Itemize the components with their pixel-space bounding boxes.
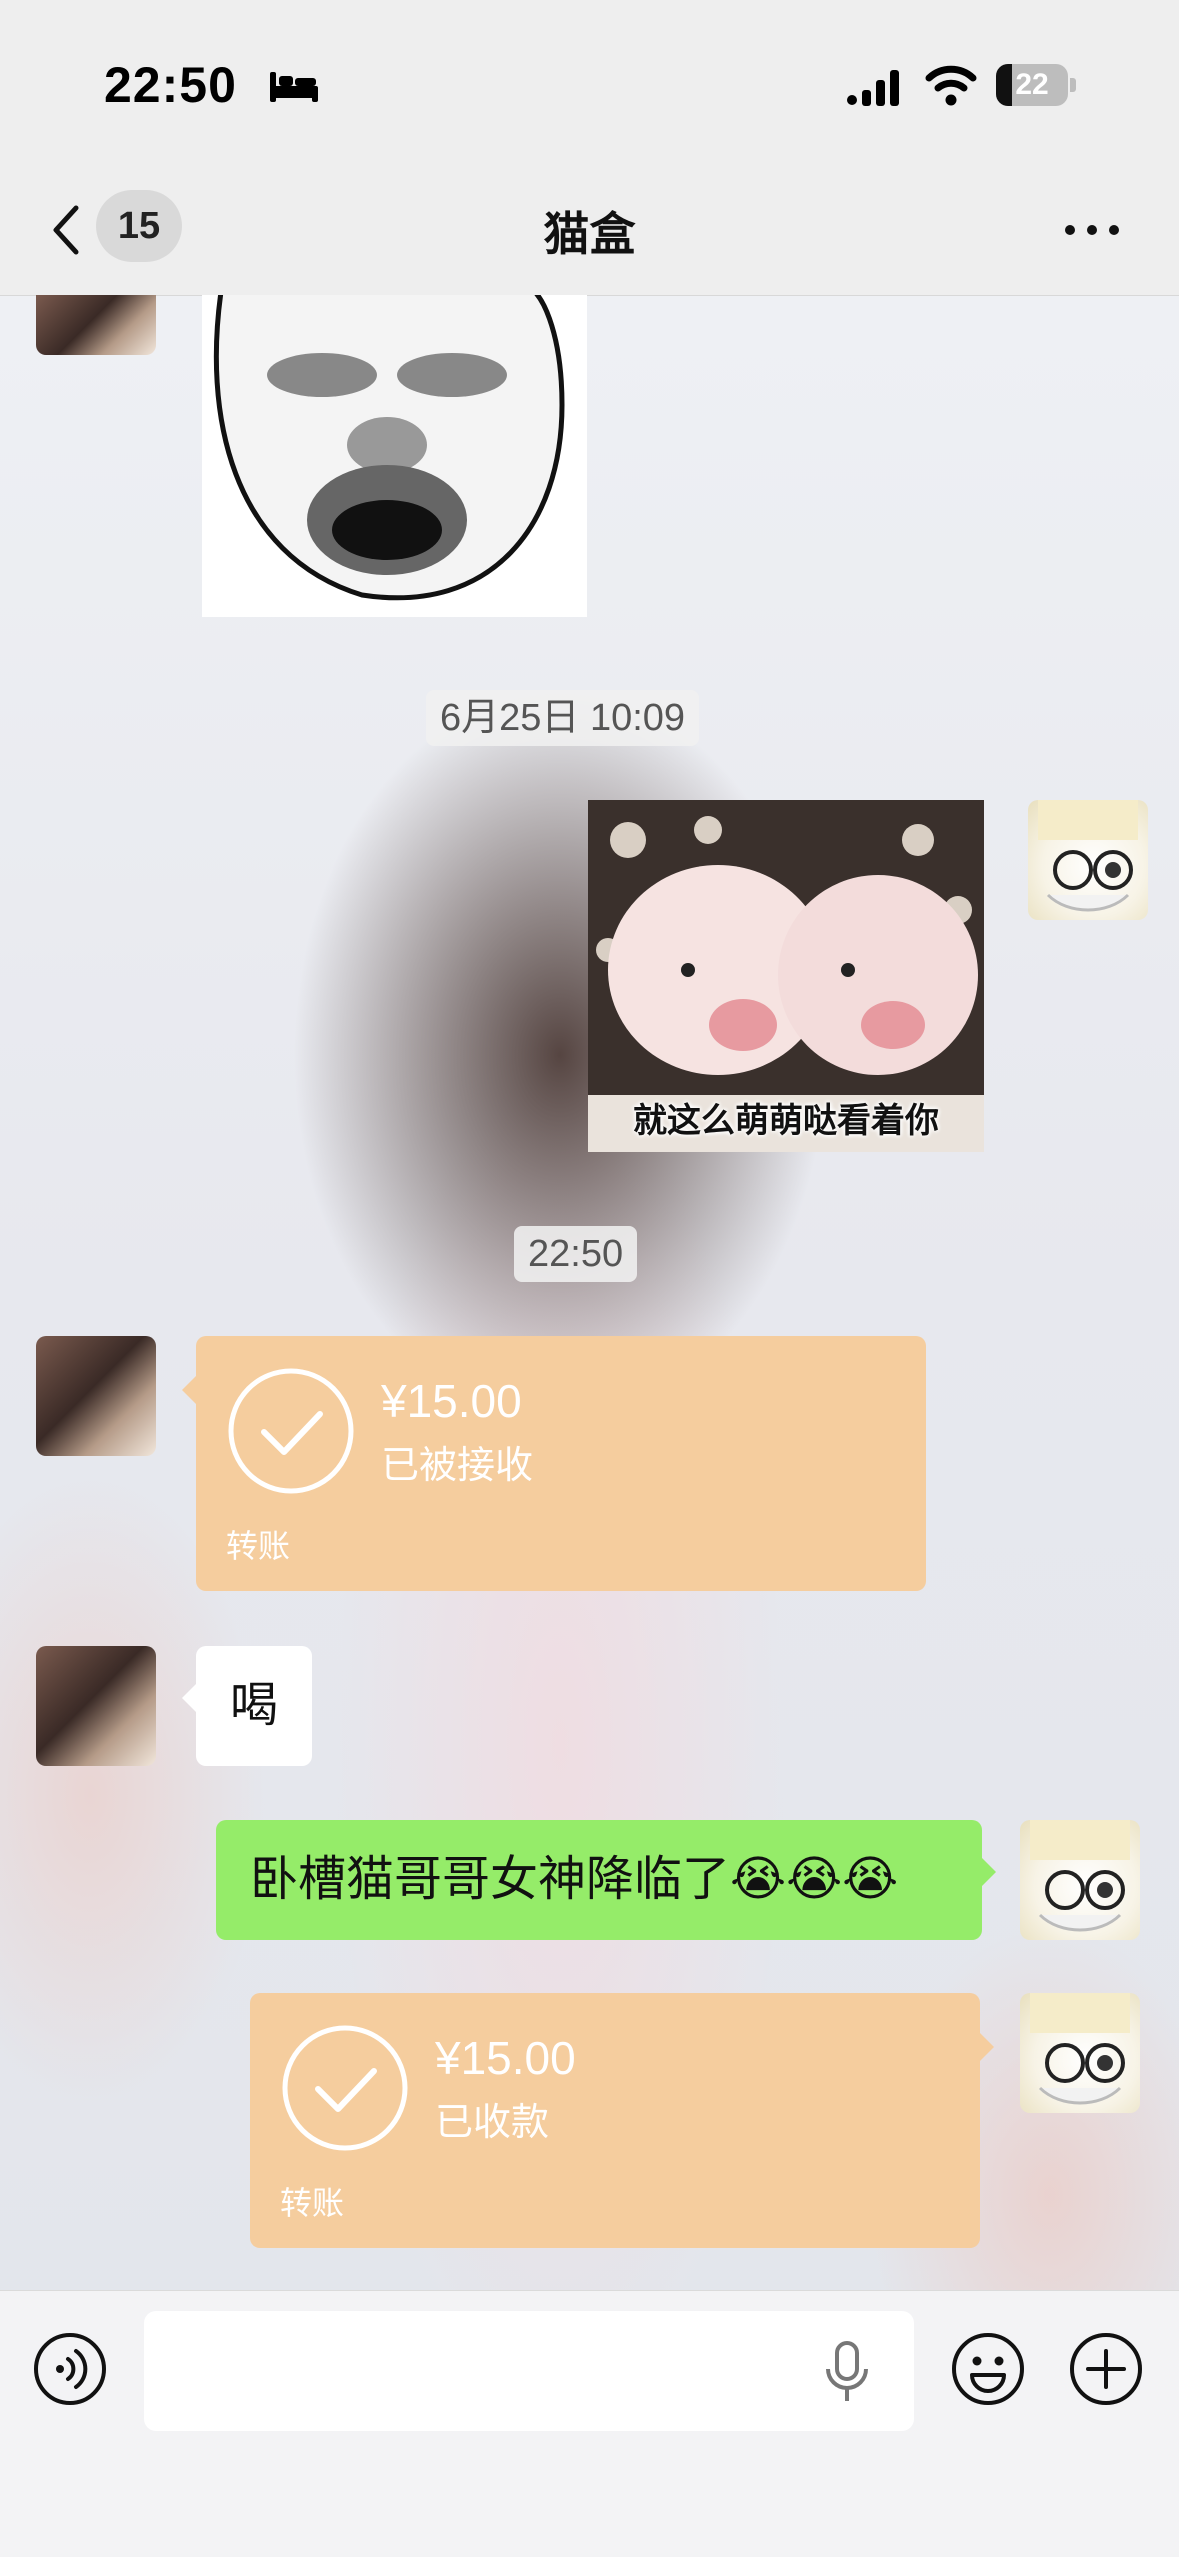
message-text: 喝	[230, 1679, 279, 1732]
transfer-label: 转账	[280, 2185, 345, 2221]
battery-indicator: 22	[996, 64, 1076, 106]
chat-nav-bar: 15 猫盒	[0, 170, 1179, 296]
contact-avatar[interactable]	[36, 295, 156, 355]
incoming-message-bubble[interactable]: 喝	[182, 1646, 313, 1766]
face-meme-sticker[interactable]	[202, 295, 587, 617]
transfer-amount: ¥15.00	[435, 2032, 576, 2084]
message-timestamp: 6月25日 10:09	[426, 690, 700, 746]
message-input[interactable]	[144, 2311, 914, 2431]
message-timestamp: 22:50	[514, 1226, 638, 1282]
emoji-icon[interactable]	[950, 2331, 1026, 2407]
wifi-icon	[925, 65, 977, 106]
contact-avatar[interactable]	[36, 1336, 156, 1456]
bed-icon	[270, 72, 318, 102]
check-circle-icon	[228, 1368, 354, 1494]
plus-icon[interactable]	[1068, 2331, 1144, 2407]
my-avatar[interactable]	[1020, 1993, 1140, 2113]
my-avatar[interactable]	[1028, 800, 1148, 920]
transfer-status: 已被接收	[381, 1445, 534, 1487]
my-avatar[interactable]	[1020, 1820, 1140, 1940]
transfer-amount: ¥15.00	[381, 1375, 522, 1427]
chat-input-bar	[0, 2290, 1179, 2557]
contact-avatar[interactable]	[36, 1646, 156, 1766]
status-bar: 22:50 22	[0, 0, 1179, 170]
transfer-status: 已收款	[435, 2102, 550, 2144]
chat-wallpaper	[0, 295, 1179, 2290]
pig-sticker-caption: 就这么萌萌哒看着你	[633, 1102, 939, 1140]
microphone-icon[interactable]	[822, 2339, 872, 2405]
message-text: 卧槽猫哥哥女神降临了😭😭😭	[250, 1853, 899, 1906]
check-circle-icon	[282, 2025, 408, 2151]
face-meme-image	[202, 295, 587, 617]
transfer-label: 转账	[226, 1528, 291, 1564]
outgoing-message-bubble[interactable]: 卧槽猫哥哥女神降临了😭😭😭	[216, 1820, 996, 1940]
transfer-card-received[interactable]: ¥15.00 已被接收 转账	[182, 1336, 926, 1591]
voice-input-icon[interactable]	[32, 2331, 108, 2407]
more-dots-icon[interactable]	[1062, 220, 1122, 240]
transfer-card-collected[interactable]: ¥15.00 已收款 转账	[250, 1993, 994, 2248]
pig-meme-sticker[interactable]: 就这么萌萌哒看着你	[588, 800, 984, 1152]
cellular-signal-icon	[847, 70, 899, 106]
chat-title: 猫盒	[543, 208, 636, 260]
status-time: 22:50	[104, 57, 237, 113]
battery-level: 22	[1015, 68, 1049, 101]
